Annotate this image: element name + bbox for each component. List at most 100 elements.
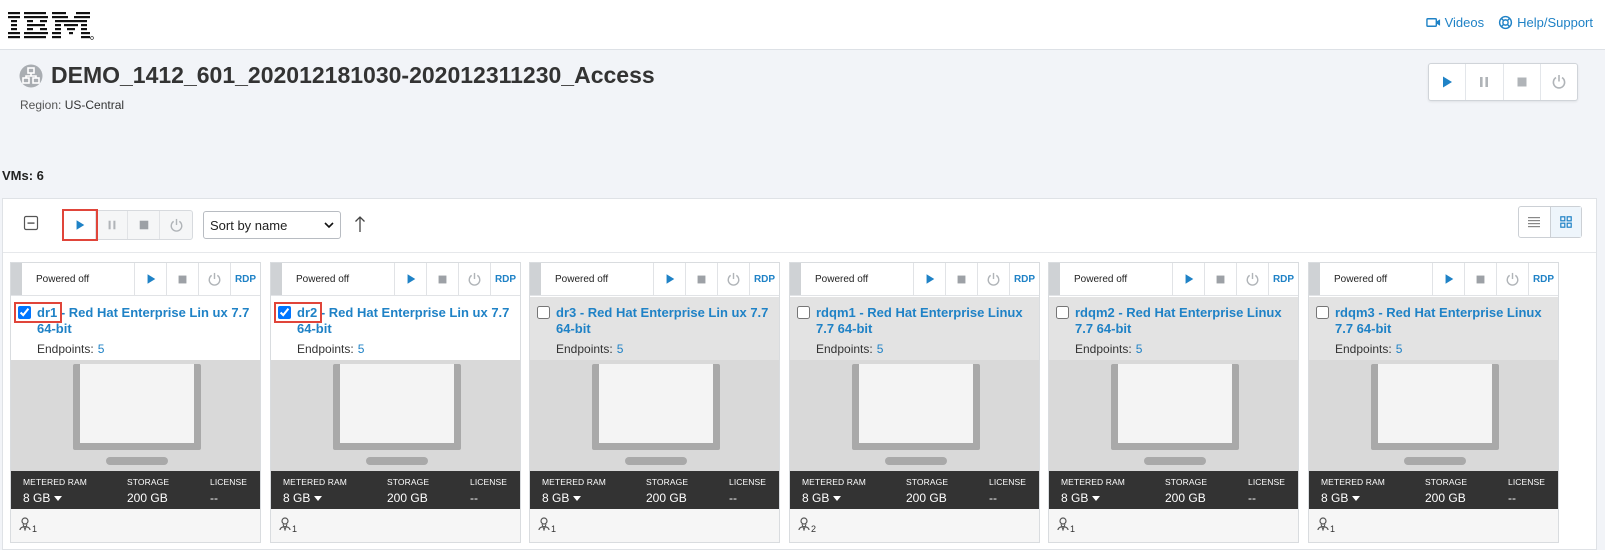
sort-ascending-icon[interactable] [353,215,367,233]
vm-power-off-button[interactable] [978,263,1010,295]
license-value: -- [470,491,478,505]
env-power-off-button[interactable] [1541,64,1577,100]
bulk-suspend-button[interactable] [96,211,128,239]
vm-card-header: Powered off RDP [271,263,520,296]
vm-toolbar: Sort by name [3,199,1596,253]
power-icon [208,272,221,286]
env-suspend-button[interactable] [1466,64,1504,100]
vm-stop-button[interactable] [167,263,199,295]
sort-select[interactable]: Sort by name [203,211,341,239]
vm-select-checkbox[interactable] [537,306,550,319]
vm-power-off-button[interactable] [1237,263,1269,295]
vm-status: Powered off [541,263,654,295]
vm-run-button[interactable] [1173,263,1205,295]
status-stripe [11,263,22,295]
rdp-button[interactable]: RDP [231,263,260,295]
vm-screen-preview[interactable] [11,360,260,471]
vm-info: dr2 - Red Hat Enterprise Lin ux 7.7 64-b… [271,297,520,360]
ram-value[interactable]: 8 GB [802,491,841,505]
vm-power-off-button[interactable] [1497,263,1529,295]
vm-stop-button[interactable] [1465,263,1497,295]
power-icon [468,272,481,286]
ram-amount: 8 GB [542,491,570,505]
ram-value[interactable]: 8 GB [1321,491,1360,505]
rdp-button[interactable]: RDP [750,263,779,295]
endpoints-label: Endpoints: [1335,342,1392,356]
vm-stop-button[interactable] [427,263,459,295]
vm-stop-button[interactable] [686,263,718,295]
ram-value[interactable]: 8 GB [542,491,581,505]
endpoints-label: Endpoints: [1075,342,1132,356]
endpoints-count[interactable]: 5 [1136,342,1143,356]
help-support-link[interactable]: Help/Support [1498,15,1593,30]
endpoints-count[interactable]: 5 [877,342,884,356]
status-stripe [530,263,541,295]
env-stop-button[interactable] [1504,64,1541,100]
vm-power-off-button[interactable] [718,263,750,295]
environment-controls [1428,63,1578,101]
vm-select-checkbox[interactable] [1056,306,1069,319]
play-icon [407,274,415,284]
rdp-button[interactable]: RDP [1010,263,1039,295]
pause-icon [108,220,115,230]
vm-run-button[interactable] [135,263,167,295]
vm-name-link[interactable]: rdqm1 - Red Hat Enterprise Linux 7.7 64-… [816,305,1031,337]
rdp-button[interactable]: RDP [491,263,520,295]
bulk-stop-button[interactable] [128,211,160,239]
caret-down-icon [1351,496,1360,501]
vm-name-link[interactable]: rdqm2 - Red Hat Enterprise Linux 7.7 64-… [1075,305,1290,337]
ram-value[interactable]: 8 GB [1061,491,1100,505]
vm-run-button[interactable] [914,263,946,295]
power-icon [170,218,182,232]
stop-icon [957,275,966,283]
vm-select-checkbox[interactable] [797,306,810,319]
rdp-button[interactable]: RDP [1529,263,1558,295]
ibm-logo[interactable] [8,8,94,42]
collapse-all-icon[interactable] [23,215,39,231]
ram-value[interactable]: 8 GB [23,491,62,505]
vm-name-link[interactable]: dr1 - Red Hat Enterprise Lin ux 7.7 64-b… [37,305,252,337]
endpoints-count[interactable]: 5 [617,342,624,356]
vm-run-button[interactable] [654,263,686,295]
monitor-icon [1111,364,1239,465]
vm-run-button[interactable] [395,263,427,295]
vm-name-link[interactable]: rdqm3 - Red Hat Enterprise Linux 7.7 64-… [1335,305,1550,337]
vm-screen-preview[interactable] [530,360,779,471]
endpoints-count[interactable]: 5 [1396,342,1403,356]
license-label: LICENSE [210,477,248,487]
rdp-button[interactable]: RDP [1269,263,1298,295]
vm-power-off-button[interactable] [199,263,231,295]
vm-card-header: Powered off RDP [790,263,1039,296]
env-run-button[interactable] [1429,64,1467,100]
vm-power-off-button[interactable] [459,263,491,295]
vm-screen-preview[interactable] [1309,360,1558,471]
list-view-button[interactable] [1519,207,1550,237]
ram-value[interactable]: 8 GB [283,491,322,505]
vm-run-button[interactable] [1433,263,1465,295]
vm-stop-button[interactable] [1205,263,1237,295]
monitor-icon [1371,364,1499,465]
bulk-power-off-button[interactable] [160,211,192,239]
view-toggle [1518,206,1582,238]
vm-stop-button[interactable] [946,263,978,295]
endpoints-count[interactable]: 5 [358,342,365,356]
vm-screen-preview[interactable] [1049,360,1298,471]
endpoints-count[interactable]: 5 [98,342,105,356]
page-title: DEMO_1412_601_202012181030-202012311230_… [51,62,655,88]
endpoints-info: Endpoints: 5 [816,342,883,356]
vm-name-link[interactable]: dr2 - Red Hat Enterprise Lin ux 7.7 64-b… [297,305,512,337]
play-icon [147,274,155,284]
chevron-down-icon [324,222,334,229]
vm-select-checkbox[interactable] [1316,306,1329,319]
endpoints-info: Endpoints: 5 [297,342,364,356]
vm-screen-preview[interactable] [790,360,1039,471]
grid-view-button[interactable] [1549,207,1581,237]
vm-card-footer: 1 [271,509,520,542]
bulk-run-button[interactable] [62,209,98,241]
play-icon [926,274,934,284]
vm-screen-preview[interactable] [271,360,520,471]
vm-card-footer: 1 [530,509,779,542]
ram-label: METERED RAM [542,477,606,487]
vm-name-link[interactable]: dr3 - Red Hat Enterprise Lin ux 7.7 64-b… [556,305,771,337]
videos-link[interactable]: Videos [1425,15,1484,30]
